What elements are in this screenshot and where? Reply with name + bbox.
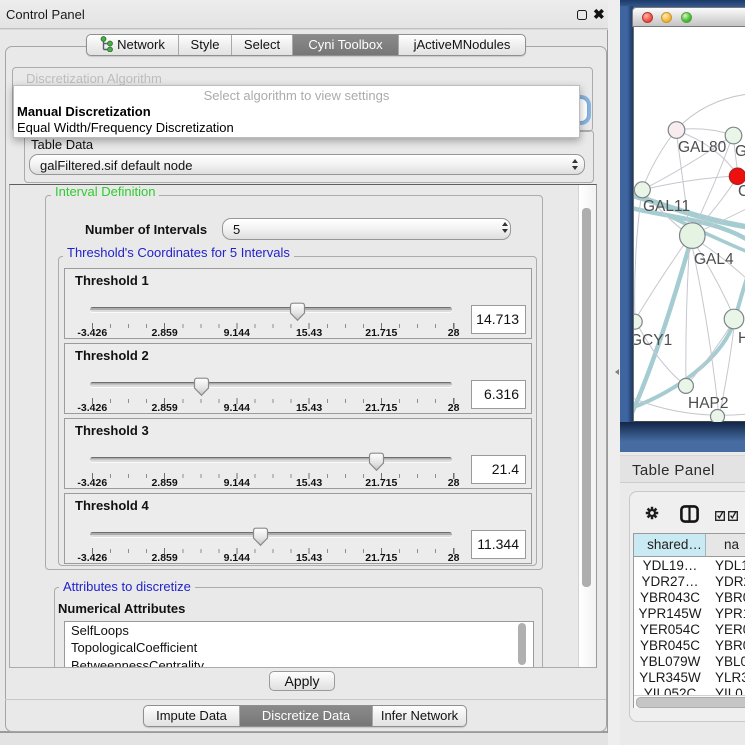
svg-text:GAL2: GAL2	[735, 143, 745, 160]
svg-text:H: H	[738, 330, 745, 347]
svg-text:GAL80: GAL80	[678, 139, 727, 156]
svg-text:GAL11: GAL11	[643, 198, 690, 215]
svg-text:HAP2: HAP2	[688, 395, 729, 412]
svg-text:CAD1: CAD1	[738, 183, 745, 200]
svg-text:GAL4: GAL4	[694, 251, 734, 268]
svg-text:GCY1: GCY1	[634, 332, 672, 349]
